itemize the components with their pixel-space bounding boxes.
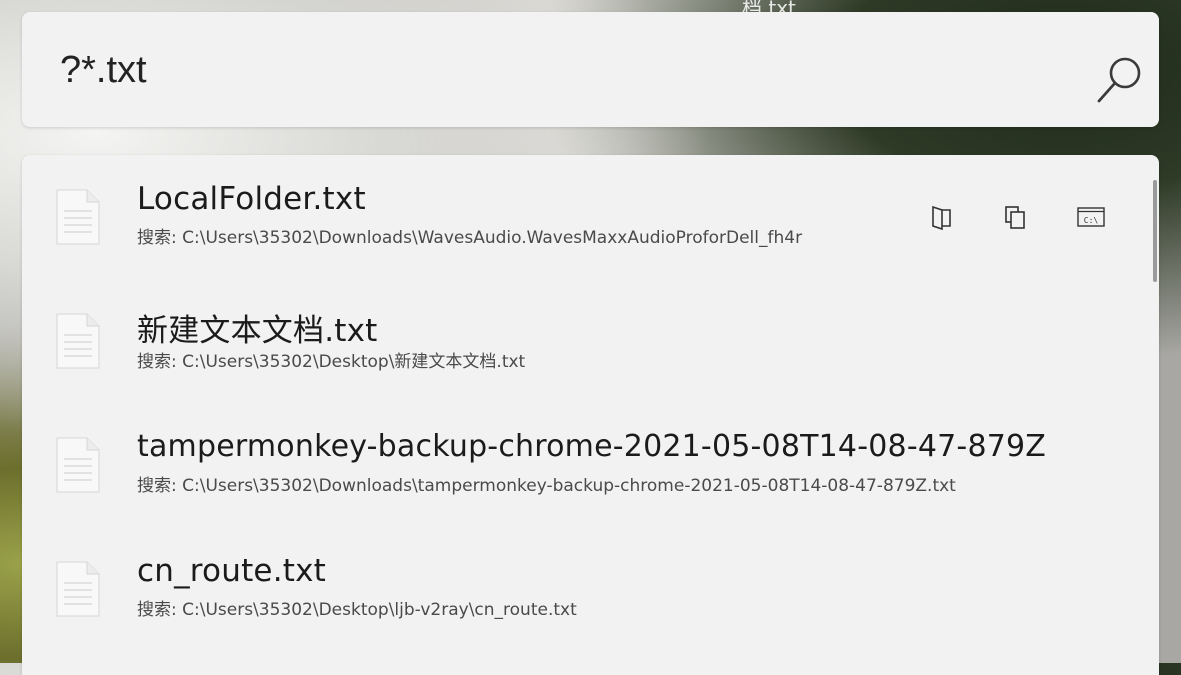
- result-row[interactable]: tampermonkey-backup-chrome-2021-05-08T14…: [22, 403, 1152, 527]
- search-bar: [22, 12, 1159, 127]
- terminal-icon-label: C:\: [1084, 216, 1099, 225]
- result-row[interactable]: cn_route.txt 搜索: C:\Users\35302\Desktop\…: [22, 527, 1152, 651]
- result-row[interactable]: 新建文本文档.txt 搜索: C:\Users\35302\Desktop\新建…: [22, 279, 1152, 403]
- search-icon[interactable]: [1092, 52, 1148, 108]
- copy-icon[interactable]: [1002, 203, 1030, 231]
- text-file-icon: [56, 561, 100, 617]
- result-file-name: cn_route.txt: [137, 553, 327, 589]
- result-file-path: 搜索: C:\Users\35302\Downloads\WavesAudio.…: [137, 228, 803, 248]
- open-folder-icon[interactable]: [928, 203, 956, 231]
- search-input[interactable]: [60, 42, 1020, 98]
- text-file-icon: [56, 189, 100, 245]
- result-file-path: 搜索: C:\Users\35302\Downloads\tampermonke…: [137, 476, 956, 496]
- result-file-path: 搜索: C:\Users\35302\Desktop\新建文本文档.txt: [137, 352, 526, 372]
- result-row[interactable]: LocalFolder.txt 搜索: C:\Users\35302\Downl…: [22, 155, 1152, 279]
- scrollbar[interactable]: [1153, 180, 1157, 282]
- text-file-icon: [56, 437, 100, 493]
- result-file-name: LocalFolder.txt: [137, 181, 366, 217]
- result-file-name: 新建文本文档.txt: [137, 313, 378, 349]
- result-file-name: tampermonkey-backup-chrome-2021-05-08T14…: [137, 429, 1047, 464]
- result-file-path: 搜索: C:\Users\35302\Desktop\ljb-v2ray\cn_…: [137, 600, 577, 620]
- text-file-icon: [56, 313, 100, 369]
- results-list: LocalFolder.txt 搜索: C:\Users\35302\Downl…: [22, 155, 1159, 675]
- terminal-icon[interactable]: C:\: [1076, 203, 1106, 231]
